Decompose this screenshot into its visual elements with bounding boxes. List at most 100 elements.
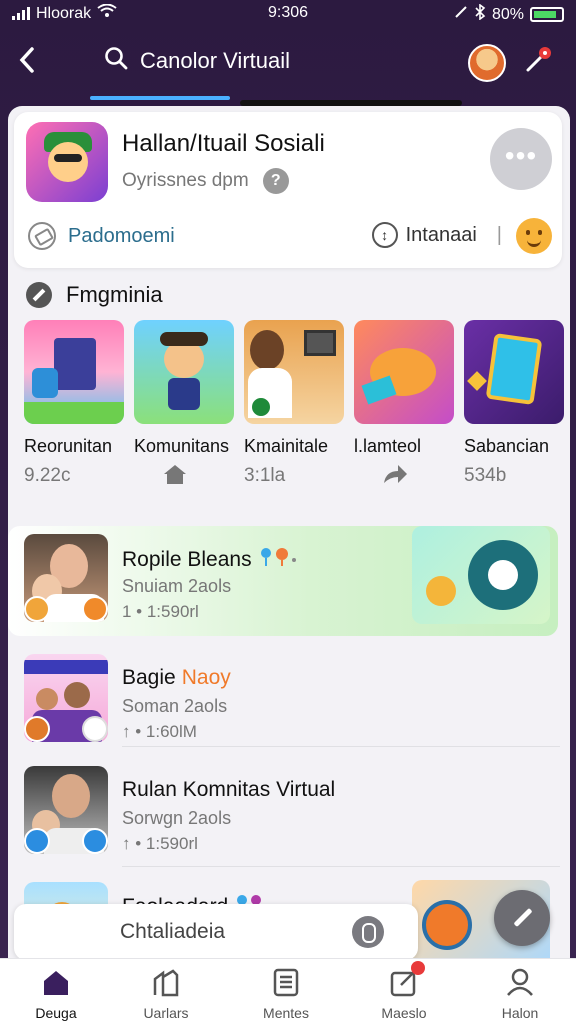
tile-label: Kmainitale <box>244 436 329 456</box>
list-title-accent: Naoy <box>181 666 231 689</box>
profile-avatar[interactable] <box>468 44 506 82</box>
divider <box>122 746 560 747</box>
search-icon <box>104 46 128 75</box>
top-bar: Canolor Virtuail <box>0 30 576 100</box>
bottom-navigation: Deuga Uarlars Mentes Maeslo Halon <box>0 958 576 1024</box>
tile-image <box>134 320 234 424</box>
pin-marker-icon <box>258 546 302 574</box>
category-tiles: Reorunitan 9.22c Komunitans Kmainitale 3… <box>24 320 564 486</box>
content-sheet: Hallan/Ituail Sosiali Oyrissnes dpm ? ••… <box>8 106 570 986</box>
app-icon[interactable] <box>26 122 108 202</box>
tile-image <box>354 320 454 424</box>
list-avatar <box>24 534 108 622</box>
alarm-icon <box>454 5 468 24</box>
nav-users[interactable]: Uarlars <box>116 967 216 1021</box>
list-subtitle: Snuiam 2aols <box>122 576 232 596</box>
tile-item[interactable]: l.lamteol <box>354 320 456 491</box>
profile-actions: Padomoemi ↕ Intanaai | <box>28 218 552 254</box>
tile-item[interactable]: Sabancian 534b <box>464 320 566 487</box>
bluetooth-icon <box>474 3 486 25</box>
home-icon <box>41 967 71 997</box>
nav-label: Mentes <box>263 1005 309 1021</box>
battery-percent: 80% <box>491 5 524 23</box>
list-meta: ↑ • 1:590rl <box>122 834 198 853</box>
list-subtitle: Sorwgn 2aols <box>122 808 232 828</box>
up-down-icon: ↕ <box>371 222 398 248</box>
section-title: Fmgminia <box>66 282 163 307</box>
back-button[interactable] <box>18 46 36 82</box>
tile-value: 3:1la <box>244 465 286 486</box>
profile-subtitle-row: Oyrissnes dpm ? <box>122 168 289 194</box>
list-avatar <box>24 766 108 854</box>
microphone-icon[interactable] <box>352 916 384 948</box>
dd-badge-icon <box>24 828 50 854</box>
nav-label: Uarlars <box>143 1005 189 1021</box>
search-label: Canolor Virtuail <box>140 47 291 73</box>
compose-button[interactable] <box>494 890 550 946</box>
separator: | <box>496 223 502 246</box>
person-icon <box>505 967 535 997</box>
list-meta: 1 • 1:590rl <box>122 602 199 621</box>
profile-card: Hallan/Ituail Sosiali Oyrissnes dpm ? ••… <box>14 112 562 268</box>
tile-label: Komunitans <box>134 436 230 456</box>
status-bar: Hloorak 9:306 80% <box>0 0 576 26</box>
tile-image <box>464 320 564 424</box>
nav-profile[interactable]: Halon <box>470 967 570 1021</box>
list-thumbnail[interactable] <box>412 526 550 624</box>
flame-badge-icon <box>82 596 108 622</box>
tile-item[interactable]: Kmainitale 3:1la <box>244 320 346 487</box>
international-button[interactable]: ↕ Intanaai | <box>371 222 502 248</box>
nav-label: Maeslo <box>381 1005 427 1021</box>
app-screen: Hloorak 9:306 80% Canolor Virtuail Halla… <box>0 0 576 1024</box>
list-title: Ropile Bleans <box>122 548 252 571</box>
more-button[interactable]: ••• <box>490 128 552 190</box>
tile-item[interactable]: Komunitans <box>134 320 236 491</box>
tile-value: 534b <box>464 465 507 486</box>
tile-image <box>24 320 124 424</box>
tile-value: 9.22c <box>24 465 71 486</box>
nav-messages[interactable]: Maeslo <box>354 961 454 1021</box>
list-subtitle: Soman 2aols <box>122 696 228 716</box>
home-icon <box>134 463 236 491</box>
nav-label: Halon <box>501 1005 539 1021</box>
search-bar[interactable]: Canolor Virtuail <box>104 46 290 75</box>
food-badge-icon <box>24 716 50 742</box>
chat-input[interactable]: Chtaliadeia <box>14 904 418 960</box>
document-icon <box>271 967 301 997</box>
list-meta: ↑ • 1:60lM <box>122 722 197 741</box>
tag-label: Padomoemi <box>68 224 175 247</box>
emoji-badge-icon <box>24 596 50 622</box>
nav-menu[interactable]: Mentes <box>236 967 336 1021</box>
list-title: Bagie <box>122 666 176 689</box>
pin-icon[interactable] <box>524 44 554 74</box>
list-avatar <box>24 654 108 742</box>
tile-label: l.lamteol <box>354 436 422 456</box>
list-item[interactable]: Bagie Naoy Soman 2aols ↑ • 1:60lM <box>18 646 558 754</box>
ball-badge-icon <box>82 716 108 742</box>
tile-image <box>244 320 344 424</box>
international-label: Intanaai <box>405 223 477 246</box>
app-icon-face <box>48 142 88 182</box>
list-title-row: Ropile Bleans <box>122 546 302 574</box>
list-title-row: Bagie Naoy <box>122 666 231 690</box>
notification-dot <box>411 961 425 975</box>
seven-badge-icon <box>82 828 108 854</box>
share-arrow-icon <box>354 463 456 491</box>
list-item[interactable]: Ropile Bleans Snuiam 2aols 1 • 1:590rl <box>18 526 558 634</box>
active-tab-indicator <box>90 96 230 100</box>
tile-item[interactable]: Reorunitan 9.22c <box>24 320 126 487</box>
tag-button[interactable]: Padomoemi <box>28 222 175 250</box>
list-title: Rulan Komnitas Virtual <box>122 778 336 801</box>
chat-placeholder: Chtaliadeia <box>120 920 226 943</box>
profile-subtitle: Oyrissnes dpm <box>122 170 249 191</box>
edit-box-icon <box>389 961 425 997</box>
nav-label: Deuga <box>35 1005 77 1021</box>
app-icon-shades <box>54 154 82 162</box>
list-item[interactable]: Rulan Komnitas Virtual Sorwgn 2aols ↑ • … <box>18 758 558 866</box>
tile-label: Reorunitan <box>24 436 113 456</box>
nav-home[interactable]: Deuga <box>6 967 106 1021</box>
tag-icon <box>28 222 56 250</box>
help-icon[interactable]: ? <box>262 168 289 194</box>
smiley-icon[interactable] <box>516 218 552 254</box>
battery-icon <box>530 7 564 22</box>
